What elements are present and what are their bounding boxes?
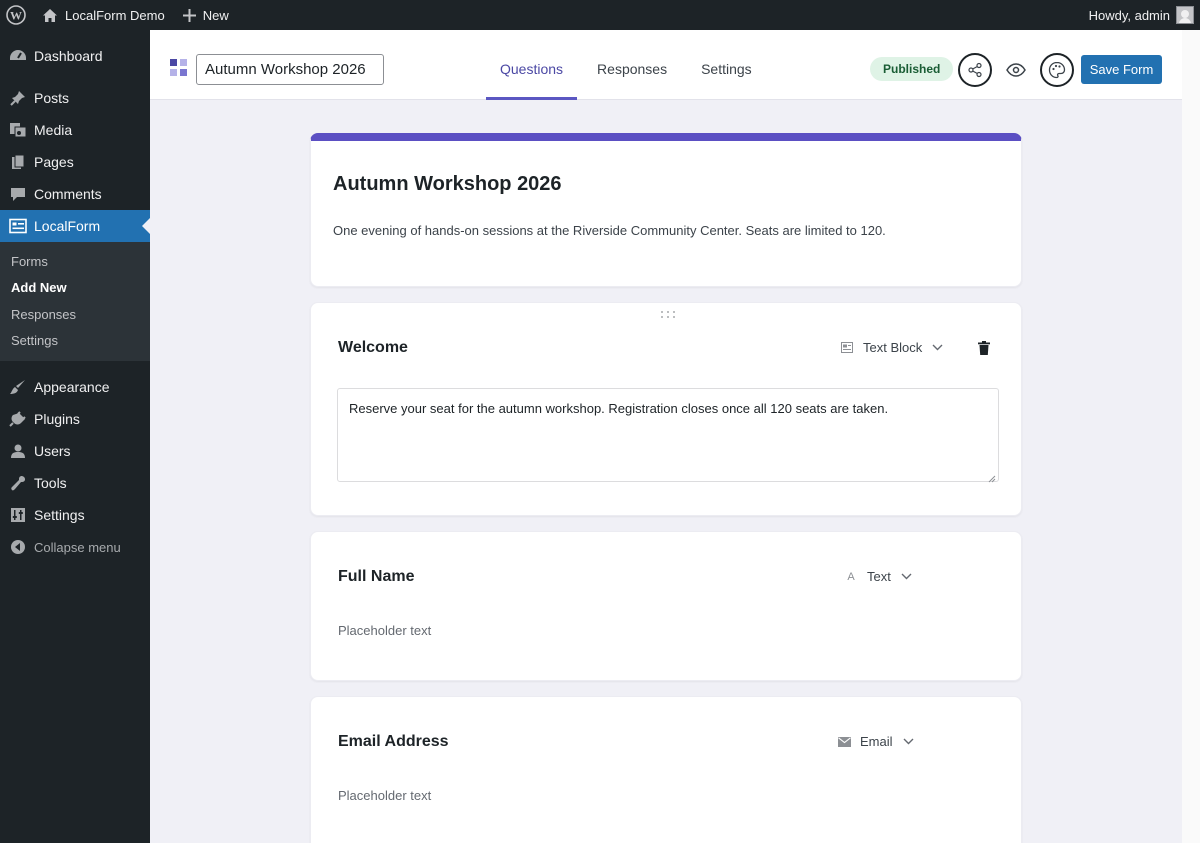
save-form-button[interactable]: Save Form (1081, 55, 1162, 84)
settings-icon (8, 505, 28, 525)
chevron-down-icon (932, 344, 943, 351)
pin-icon (8, 88, 28, 108)
sidebar-item-comments[interactable]: Comments (0, 178, 150, 210)
new-label: New (202, 7, 229, 23)
question-title[interactable]: Full Name (338, 568, 414, 586)
admin-bar: W LocalForm Demo New Howdy, admin (0, 0, 1200, 30)
form-heading: Autumn Workshop 2026 (333, 173, 562, 195)
share-icon (967, 62, 983, 78)
palette-icon (1048, 61, 1066, 79)
sidebar-item-tools[interactable]: Tools (0, 467, 150, 499)
sidebar-item-label: Plugins (34, 411, 80, 427)
media-icon (8, 120, 28, 140)
tab-settings[interactable]: Settings (687, 50, 766, 100)
delete-question-icon[interactable] (977, 340, 991, 356)
submenu-item-responses[interactable]: Responses (0, 301, 150, 328)
brush-icon (8, 377, 28, 397)
theme-button[interactable] (1040, 53, 1074, 87)
wrench-icon (8, 473, 28, 493)
question-placeholder: Placeholder text (338, 623, 432, 638)
scrollbar-track[interactable] (1182, 30, 1200, 843)
site-name: LocalForm Demo (65, 7, 165, 23)
share-button[interactable] (958, 53, 992, 87)
sidebar-item-label: Tools (34, 475, 67, 491)
sidebar-item-label: Appearance (34, 379, 110, 395)
tab-responses[interactable]: Responses (583, 50, 681, 100)
question-type-label: Text (867, 569, 891, 584)
sidebar-item-pages[interactable]: Pages (0, 146, 150, 178)
sidebar-item-dashboard[interactable]: Dashboard (0, 40, 150, 72)
home-icon (42, 8, 58, 23)
sidebar-item-users[interactable]: Users (0, 435, 150, 467)
question-card-full-name[interactable]: Full Name A Text Placeholder text (310, 531, 1022, 681)
submenu-item-forms[interactable]: Forms (0, 248, 150, 275)
chevron-down-icon (901, 573, 912, 580)
dashboard-icon (8, 46, 28, 66)
question-placeholder: Placeholder text (338, 788, 432, 803)
collapse-icon (8, 537, 28, 557)
sidebar-item-label: Posts (34, 90, 70, 106)
chevron-down-icon (903, 738, 914, 745)
question-card-welcome[interactable]: Welcome Text Block Reserve your seat for… (310, 302, 1022, 516)
sidebar-item-localform[interactable]: LocalForm (0, 210, 150, 242)
text-block-icon (840, 342, 854, 353)
question-type-select[interactable]: A Text (844, 569, 912, 584)
sidebar-item-media[interactable]: Media (0, 114, 150, 146)
form-canvas: Autumn Workshop 2026 One evening of hand… (150, 100, 1182, 843)
sidebar-item-posts[interactable]: Posts (0, 82, 150, 114)
question-title[interactable]: Welcome (338, 339, 408, 357)
sidebar-item-label: Pages (34, 154, 74, 170)
sidebar-item-label: Comments (34, 186, 102, 202)
form-title-input[interactable] (196, 54, 384, 85)
comment-icon (8, 184, 28, 204)
collapse-menu-button[interactable]: Collapse menu (0, 531, 150, 563)
resize-handle-icon[interactable] (988, 471, 996, 483)
question-type-select[interactable]: Email (837, 734, 914, 749)
question-type-label: Text Block (863, 340, 923, 355)
form-builder-header: Questions Responses Settings Published S… (150, 30, 1182, 100)
submenu-item-settings[interactable]: Settings (0, 328, 150, 355)
sidebar-item-label: Dashboard (34, 48, 103, 64)
form-description: One evening of hands-on sessions at the … (333, 223, 886, 238)
email-icon (837, 736, 851, 747)
eye-icon (1006, 63, 1026, 77)
wordpress-logo-icon[interactable]: W (0, 0, 32, 30)
submenu-item-add-new[interactable]: Add New (0, 275, 150, 302)
my-account-link[interactable]: Howdy, admin (1081, 0, 1200, 30)
sidebar-item-label: Settings (34, 507, 85, 523)
question-type-label: Email (860, 734, 893, 749)
new-content-link[interactable]: New (175, 0, 237, 30)
drag-handle-icon[interactable] (659, 307, 677, 318)
sidebar-item-settings[interactable]: Settings (0, 499, 150, 531)
svg-text:W: W (10, 9, 22, 23)
builder-tabs: Questions Responses Settings (486, 50, 766, 100)
question-card-email-address[interactable]: Email Address Email Placeholder text (310, 696, 1022, 843)
localform-submenu: Forms Add New Responses Settings (0, 242, 150, 361)
user-icon (8, 441, 28, 461)
status-badge: Published (870, 57, 954, 81)
tab-questions[interactable]: Questions (486, 50, 578, 100)
preview-button[interactable] (1002, 58, 1030, 82)
admin-sidebar: Dashboard Posts Media Pages Comments Loc… (0, 30, 150, 843)
pages-icon (8, 152, 28, 172)
text-icon: A (847, 570, 855, 583)
sidebar-item-appearance[interactable]: Appearance (0, 371, 150, 403)
localform-logo-icon (170, 59, 188, 77)
plug-icon (8, 409, 28, 429)
avatar (1176, 6, 1194, 24)
form-header-card[interactable]: Autumn Workshop 2026 One evening of hand… (310, 133, 1022, 287)
sidebar-item-plugins[interactable]: Plugins (0, 403, 150, 435)
site-name-link[interactable]: LocalForm Demo (34, 0, 173, 30)
question-title[interactable]: Email Address (338, 733, 449, 751)
plus-icon (182, 8, 196, 22)
collapse-menu-label: Collapse menu (34, 539, 121, 555)
form-icon (8, 216, 28, 236)
text-block-body: Reserve your seat for the autumn worksho… (349, 401, 889, 416)
sidebar-item-label: Users (34, 443, 71, 459)
sidebar-item-label: Media (34, 122, 73, 138)
sidebar-item-label: LocalForm (34, 218, 101, 234)
question-type-select[interactable]: Text Block (840, 340, 943, 355)
greeting: Howdy, admin (1088, 7, 1170, 23)
text-block-content[interactable]: Reserve your seat for the autumn worksho… (337, 388, 999, 483)
